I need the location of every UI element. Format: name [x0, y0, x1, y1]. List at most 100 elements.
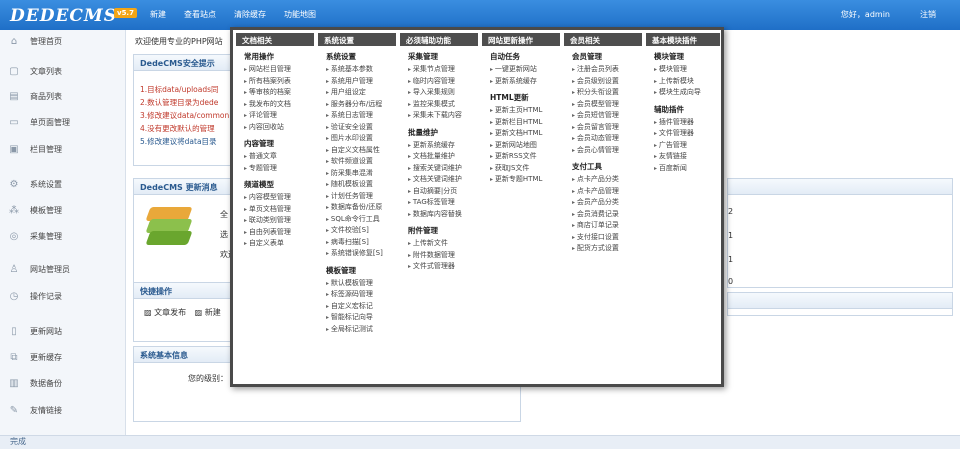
menu-item[interactable]: 默认模板管理	[318, 278, 396, 290]
menu-item[interactable]: 图片水印设置	[318, 133, 396, 145]
menu-item[interactable]: 上传新文件	[400, 238, 478, 250]
menu-item[interactable]: 计划任务管理	[318, 191, 396, 203]
menu-item[interactable]: 配货方式设置	[564, 243, 642, 255]
menu-item[interactable]: 我发布的文档	[236, 99, 314, 111]
menu-item[interactable]: 系统日志管理	[318, 110, 396, 122]
menu-item[interactable]: 会员消费记录	[564, 209, 642, 221]
menu-item[interactable]: 临时内容管理	[400, 76, 478, 88]
menu-item[interactable]: 自由列表管理	[236, 227, 314, 239]
menu-item[interactable]: 所有档案列表	[236, 76, 314, 88]
sidebar-item-columns[interactable]: ▣ 栏目管理	[0, 138, 126, 160]
menu-item[interactable]: 数据库备份/还原	[318, 202, 396, 214]
quick-new[interactable]: 新建	[205, 308, 221, 317]
menu-item[interactable]: 搜索关键词维护	[400, 163, 478, 175]
sidebar-item-backup[interactable]: ▥ 数据备份	[0, 372, 126, 394]
sidebar-item-logs[interactable]: ◷ 操作记录	[0, 285, 126, 307]
menu-item[interactable]: 更新系统缓存	[400, 140, 478, 152]
menu-item[interactable]: 友情链接	[646, 151, 720, 163]
sidebar-item-collect[interactable]: ◎ 采集管理	[0, 225, 126, 247]
menu-item[interactable]: 标签源码管理	[318, 289, 396, 301]
menu-item[interactable]: 模块管理	[646, 64, 720, 76]
menu-item[interactable]: 点卡产品分类	[564, 174, 642, 186]
menu-item[interactable]: 文件式管理器	[400, 261, 478, 273]
menu-item[interactable]: 商店订单记录	[564, 220, 642, 232]
top-nav-new[interactable]: 新建	[150, 9, 166, 20]
menu-item[interactable]: 上传新模块	[646, 76, 720, 88]
menu-item[interactable]: 文件管理器	[646, 128, 720, 140]
menu-item[interactable]: 软件频道设置	[318, 156, 396, 168]
menu-item[interactable]: 支付接口设置	[564, 232, 642, 244]
menu-item[interactable]: 广告管理	[646, 140, 720, 152]
menu-item[interactable]: 智能标记向导	[318, 312, 396, 324]
menu-item[interactable]: 点卡产品管理	[564, 186, 642, 198]
menu-item[interactable]: TAG标签管理	[400, 197, 478, 209]
sidebar-item-articles[interactable]: ▢ 文章列表	[0, 60, 126, 82]
menu-item[interactable]: 百度新闻	[646, 163, 720, 175]
menu-item[interactable]: 采集未下载内容	[400, 110, 478, 122]
menu-item[interactable]: 自定义表单	[236, 238, 314, 250]
menu-item[interactable]: 自定义宏标记	[318, 301, 396, 313]
menu-item[interactable]: SQL命令行工具	[318, 214, 396, 226]
sidebar-item-pages[interactable]: ▭ 单页面管理	[0, 111, 126, 133]
menu-item[interactable]: 会员心情管理	[564, 145, 642, 157]
menu-item[interactable]: 联动类别管理	[236, 215, 314, 227]
sidebar-item-home[interactable]: ⌂ 管理首页	[0, 30, 126, 52]
menu-item[interactable]: 系统基本参数	[318, 64, 396, 76]
menu-item[interactable]: 更新专题HTML	[482, 174, 560, 186]
menu-item[interactable]: 插件管理器	[646, 117, 720, 129]
menu-item[interactable]: 更新RSS文件	[482, 151, 560, 163]
sidebar-item-update-site[interactable]: ▯ 更新网站	[0, 320, 126, 342]
menu-item[interactable]: 文件校验[S]	[318, 225, 396, 237]
menu-item[interactable]: 会员模型管理	[564, 99, 642, 111]
menu-item[interactable]: 获取JS文件	[482, 163, 560, 175]
menu-item[interactable]: 会员产品分类	[564, 197, 642, 209]
sidebar-item-goods[interactable]: ▤ 商品列表	[0, 85, 126, 107]
menu-item[interactable]: 自动摘要|分页	[400, 186, 478, 198]
menu-item[interactable]: 会员短信管理	[564, 110, 642, 122]
sidebar-item-update-cache[interactable]: ⧉ 更新缓存	[0, 346, 126, 368]
menu-item[interactable]: 附件数据管理	[400, 250, 478, 262]
sidebar-item-admins[interactable]: ♙ 网站管理员	[0, 258, 126, 280]
menu-item[interactable]: 单页文档管理	[236, 204, 314, 216]
menu-item[interactable]: 更新栏目HTML	[482, 117, 560, 129]
menu-item[interactable]: 模块生成向导	[646, 87, 720, 99]
menu-item[interactable]: 等审核的档案	[236, 87, 314, 99]
menu-item[interactable]: 评论管理	[236, 110, 314, 122]
menu-item[interactable]: 系统用户管理	[318, 76, 396, 88]
menu-item[interactable]: 更新文档HTML	[482, 128, 560, 140]
menu-item[interactable]: 会员留言管理	[564, 122, 642, 134]
menu-item[interactable]: 普通文章	[236, 151, 314, 163]
menu-item[interactable]: 会员级别设置	[564, 76, 642, 88]
logout-link[interactable]: 注销	[920, 9, 936, 20]
menu-item[interactable]: 随机模板设置	[318, 179, 396, 191]
menu-item[interactable]: 网站栏目管理	[236, 64, 314, 76]
menu-item[interactable]: 采集节点管理	[400, 64, 478, 76]
top-nav-clear-cache[interactable]: 清除缓存	[234, 9, 266, 20]
menu-item[interactable]: 监控采集模式	[400, 99, 478, 111]
menu-item[interactable]: 会员动态管理	[564, 133, 642, 145]
menu-item[interactable]: 更新系统缓存	[482, 76, 560, 88]
menu-item[interactable]: 系统错误修复[S]	[318, 248, 396, 260]
top-nav-view-site[interactable]: 查看站点	[184, 9, 216, 20]
menu-item[interactable]: 更新网站地图	[482, 140, 560, 152]
menu-item[interactable]: 导入采集规则	[400, 87, 478, 99]
menu-item[interactable]: 用户组设定	[318, 87, 396, 99]
menu-item[interactable]: 数据库内容替换	[400, 209, 478, 221]
menu-item[interactable]: 内容模型管理	[236, 192, 314, 204]
sidebar-item-templates[interactable]: ⁂ 模板管理	[0, 199, 126, 221]
menu-item[interactable]: 验证安全设置	[318, 122, 396, 134]
menu-item[interactable]: 内容回收站	[236, 122, 314, 134]
menu-item[interactable]: 专题管理	[236, 163, 314, 175]
menu-item[interactable]: 更新主页HTML	[482, 105, 560, 117]
menu-item[interactable]: 文档批量维护	[400, 151, 478, 163]
menu-item[interactable]: 服务器分布/远程	[318, 99, 396, 111]
quick-publish[interactable]: 文章发布	[154, 308, 186, 317]
menu-item[interactable]: 一键更新网站	[482, 64, 560, 76]
menu-item[interactable]: 文档关键词维护	[400, 174, 478, 186]
menu-item[interactable]: 自定义文档属性	[318, 145, 396, 157]
menu-item[interactable]: 积分头衔设置	[564, 87, 642, 99]
menu-item[interactable]: 全局标记测试	[318, 324, 396, 336]
sidebar-item-settings[interactable]: ⚙ 系统设置	[0, 173, 126, 195]
menu-item[interactable]: 防采集串混淆	[318, 168, 396, 180]
top-nav-function-map[interactable]: 功能地图	[284, 9, 316, 20]
